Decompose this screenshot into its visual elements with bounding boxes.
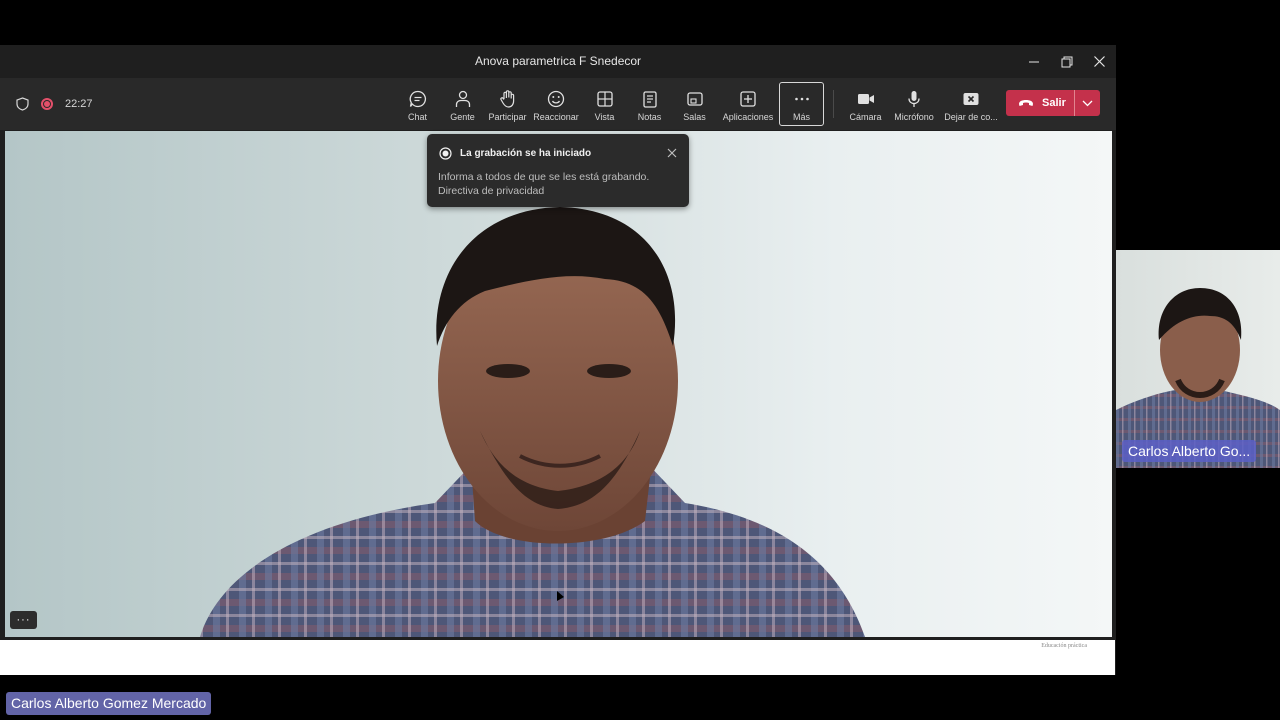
notes-icon [642, 91, 657, 108]
view-label: Vista [594, 112, 615, 122]
minimize-button[interactable] [1017, 45, 1050, 78]
close-icon [1094, 56, 1105, 67]
toolbar-actions: Chat Gente Participar Reaccionar Vista N… [395, 82, 1002, 126]
chat-label: Chat [407, 112, 427, 122]
participant-video-feed [1116, 288, 1280, 468]
add-apps-icon [740, 91, 756, 107]
view-button[interactable]: Vista [582, 82, 627, 126]
chat-button[interactable]: Chat [395, 82, 440, 126]
raise-hand-icon [499, 90, 514, 108]
more-label: Más [792, 112, 810, 122]
toolbar-separator [833, 90, 834, 118]
raise-hand-label: Participar [488, 112, 527, 122]
meeting-toolbar: 22:27 Chat Gente Participar Reaccionar V… [0, 78, 1116, 130]
recording-indicator-icon [41, 98, 53, 110]
privacy-policy-link[interactable]: Directiva de privacidad [438, 185, 544, 197]
notes-button[interactable]: Notas [627, 82, 672, 126]
raise-hand-button[interactable]: Participar [485, 82, 530, 126]
people-icon [455, 90, 470, 107]
stop-sharing-button[interactable]: Dejar de co... [940, 82, 1002, 126]
more-icon [794, 97, 809, 101]
recording-started-notification: La grabación se ha iniciado Informa a to… [427, 134, 689, 207]
stop-sharing-label: Dejar de co... [944, 112, 998, 122]
leave-label: Salir [1042, 97, 1066, 109]
meeting-timer: 22:27 [65, 98, 93, 110]
people-button[interactable]: Gente [440, 82, 485, 126]
notification-body: Informa a todos de que se les está graba… [438, 171, 650, 183]
react-button[interactable]: Reaccionar [530, 82, 582, 126]
presenter-name-badge: Carlos Alberto Gomez Mercado [6, 692, 212, 715]
notification-header: La grabación se ha iniciado [439, 147, 591, 160]
leave-button[interactable]: Salir [1006, 90, 1074, 116]
window-controls [1017, 45, 1116, 78]
smiley-icon [547, 90, 565, 108]
rooms-icon [686, 92, 703, 106]
leave-button-group: Salir [1006, 90, 1100, 116]
rooms-button[interactable]: Salas [672, 82, 717, 126]
minimize-icon [1028, 61, 1039, 62]
people-label: Gente [450, 112, 475, 122]
react-label: Reaccionar [533, 112, 579, 122]
window-title: Anova parametrica F Snedecor [474, 54, 642, 68]
leave-options-button[interactable] [1075, 100, 1100, 107]
camera-label: Cámara [849, 112, 882, 122]
slide-footer-text: Educación práctica [1041, 643, 1087, 649]
participant-name-label: Carlos Alberto Go... [1122, 440, 1257, 462]
more-button[interactable]: Más [779, 82, 824, 126]
chevron-down-icon [1082, 100, 1093, 106]
teams-meeting-window: Anova parametrica F Snedecor 22:27 Chat [0, 45, 1116, 675]
close-window-button[interactable] [1083, 45, 1116, 78]
microphone-button[interactable]: Micrófono [888, 82, 940, 126]
apps-label: Aplicaciones [722, 112, 774, 122]
camera-icon [857, 94, 874, 104]
restore-icon [1061, 56, 1072, 67]
notification-title: La grabación se ha iniciado [460, 148, 592, 159]
video-options-button[interactable]: ··· [10, 611, 37, 629]
title-bar: Anova parametrica F Snedecor [0, 45, 1116, 78]
record-icon [439, 147, 452, 160]
meeting-info: 22:27 [16, 78, 93, 130]
rooms-label: Salas [683, 112, 706, 122]
shield-icon[interactable] [16, 97, 29, 111]
shared-slide-strip: Educación práctica [0, 640, 1115, 675]
participant-thumbnail[interactable]: Carlos Alberto Go... [1116, 250, 1280, 468]
apps-button[interactable]: Aplicaciones [717, 82, 779, 126]
microphone-label: Micrófono [894, 112, 934, 122]
microphone-icon [908, 91, 920, 107]
stop-share-icon [963, 93, 979, 105]
grid-icon [596, 91, 613, 107]
close-icon [667, 148, 677, 158]
notes-label: Notas [637, 112, 662, 122]
notification-close-button[interactable] [665, 146, 679, 160]
hang-up-icon [1019, 100, 1033, 106]
camera-button[interactable]: Cámara [843, 82, 888, 126]
restore-button[interactable] [1050, 45, 1083, 78]
chat-icon [409, 90, 426, 108]
